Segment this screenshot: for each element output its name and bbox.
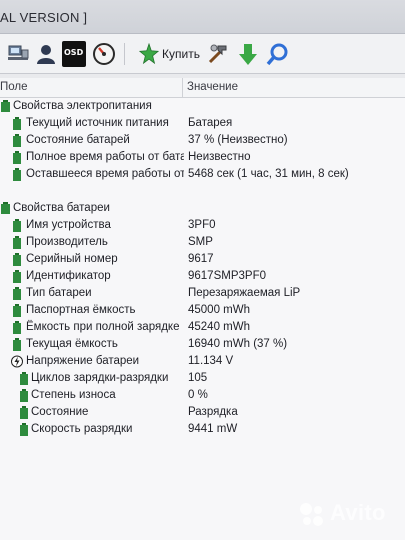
list-item[interactable]: Текущая ёмкость 16940 mWh (37 %)	[0, 336, 405, 353]
list-item[interactable]: Состояние Разрядка	[0, 404, 405, 421]
list-item[interactable]: Состояние батарей 37 % (Неизвестно)	[0, 132, 405, 149]
row-name: Производитель	[26, 236, 108, 248]
row-value: 45000 mWh	[188, 304, 251, 316]
window-title: AL VERSION ]	[0, 10, 88, 25]
battery-icon	[13, 168, 21, 181]
row-name: Тип батареи	[26, 287, 92, 299]
list-item[interactable]: Серийный номер 9617	[0, 251, 405, 268]
buy-star-icon	[138, 43, 160, 65]
title-bar: AL VERSION ]	[0, 0, 405, 34]
battery-icon	[20, 406, 28, 419]
row-value: 105	[188, 372, 208, 384]
row-value: 37 % (Неизвестно)	[188, 134, 288, 146]
buy-button[interactable]: Купить	[138, 40, 200, 68]
battery-icon	[13, 338, 21, 351]
battery-icon	[13, 270, 21, 283]
row-name: Идентификатор	[26, 270, 111, 282]
list-item[interactable]: Текущий источник питания Батарея	[0, 115, 405, 132]
group-title: Свойства батареи	[13, 202, 110, 214]
row-value: Неизвестно	[188, 151, 251, 163]
user-icon[interactable]	[34, 42, 58, 66]
search-icon[interactable]	[266, 42, 290, 66]
osd-label: OSD	[64, 48, 84, 57]
column-header: Поле Значение	[0, 78, 405, 98]
lightning-icon	[11, 355, 23, 368]
row-value: 0 %	[188, 389, 208, 401]
gauge-icon[interactable]	[92, 42, 116, 66]
row-name: Текущая ёмкость	[26, 338, 118, 350]
list-item[interactable]: Тип батареи Перезаряжаемая LiP	[0, 285, 405, 302]
row-name: Состояние батарей	[26, 134, 130, 146]
battery-icon	[13, 151, 21, 164]
column-header-value[interactable]: Значение	[187, 81, 238, 93]
row-name: Полное время работы от батар...	[26, 151, 184, 163]
battery-icon	[13, 287, 21, 300]
power-group-icon	[1, 100, 10, 112]
buy-button-label: Купить	[162, 47, 200, 61]
row-name: Текущий источник питания	[26, 117, 169, 129]
watermark-text: Avito	[330, 500, 386, 525]
row-value: Батарея	[188, 117, 233, 129]
battery-icon	[13, 253, 21, 266]
list-item[interactable]: Ёмкость при полной зарядке 45240 mWh	[0, 319, 405, 336]
row-name: Состояние	[31, 406, 89, 418]
list-item[interactable]: Идентификатор 9617SMP3PF0	[0, 268, 405, 285]
list-item[interactable]: Оставшееся время работы от б... 5468 сек…	[0, 166, 405, 183]
battery-icon	[20, 389, 28, 402]
list-item[interactable]: Имя устройства 3PF0	[0, 217, 405, 234]
group-header-battery[interactable]: Свойства батареи	[0, 200, 405, 217]
battery-icon	[13, 321, 21, 334]
list-item[interactable]: Производитель SMP	[0, 234, 405, 251]
row-name: Оставшееся время работы от б...	[26, 168, 184, 180]
row-name: Напряжение батареи	[26, 355, 140, 367]
toolbar: OSD Купить	[0, 34, 405, 74]
list-item[interactable]: Скорость разрядки 9441 mW	[0, 421, 405, 438]
row-value: 45240 mWh	[188, 321, 251, 333]
battery-icon	[20, 372, 28, 385]
row-name: Паспортная ёмкость	[26, 304, 136, 316]
list-item[interactable]: Полное время работы от батар... Неизвест…	[0, 149, 405, 166]
list-item[interactable]: Циклов зарядки-разрядки 105	[0, 370, 405, 387]
column-header-field[interactable]: Поле	[0, 81, 28, 93]
tools-icon[interactable]	[206, 42, 230, 66]
row-name: Скорость разрядки	[31, 423, 133, 435]
battery-icon	[13, 304, 21, 317]
avito-watermark: Avito	[298, 497, 398, 531]
properties-list: Свойства электропитания Текущий источник…	[0, 98, 405, 540]
battery-icon	[20, 423, 28, 436]
row-name: Степень износа	[31, 389, 116, 401]
row-value: 9617	[188, 253, 214, 265]
row-value: 16940 mWh (37 %)	[188, 338, 288, 350]
list-item[interactable]: Напряжение батареи 11.134 V	[0, 353, 405, 370]
row-value: 9441 mW	[188, 423, 238, 435]
row-value: Перезаряжаемая LiP	[188, 287, 301, 299]
row-value: Разрядка	[188, 406, 238, 418]
row-value: 11.134 V	[188, 355, 234, 367]
list-item[interactable]: Паспортная ёмкость 45000 mWh	[0, 302, 405, 319]
group-title: Свойства электропитания	[13, 100, 152, 112]
download-arrow-icon[interactable]	[236, 42, 260, 66]
row-name: Ёмкость при полной зарядке	[26, 321, 180, 333]
avito-logo-icon	[300, 503, 323, 526]
battery-icon	[13, 117, 21, 130]
row-value: 3PF0	[188, 219, 216, 231]
row-value: 5468 сек (1 час, 31 мин, 8 сек)	[188, 168, 349, 180]
row-value: 9617SMP3PF0	[188, 270, 266, 282]
battery-icon	[13, 219, 21, 232]
row-name: Серийный номер	[26, 253, 118, 265]
group-header-power[interactable]: Свойства электропитания	[0, 98, 405, 115]
toolbar-separator	[124, 43, 125, 65]
list-item[interactable]: Степень износа 0 %	[0, 387, 405, 404]
osd-icon[interactable]: OSD	[62, 41, 86, 67]
row-name: Имя устройства	[26, 219, 111, 231]
battery-icon	[13, 236, 21, 249]
column-divider[interactable]	[182, 78, 183, 98]
battery-group-icon	[1, 202, 10, 214]
hardware-icon[interactable]	[6, 42, 30, 66]
battery-icon	[13, 134, 21, 147]
row-name: Циклов зарядки-разрядки	[31, 372, 169, 384]
row-value: SMP	[188, 236, 213, 248]
